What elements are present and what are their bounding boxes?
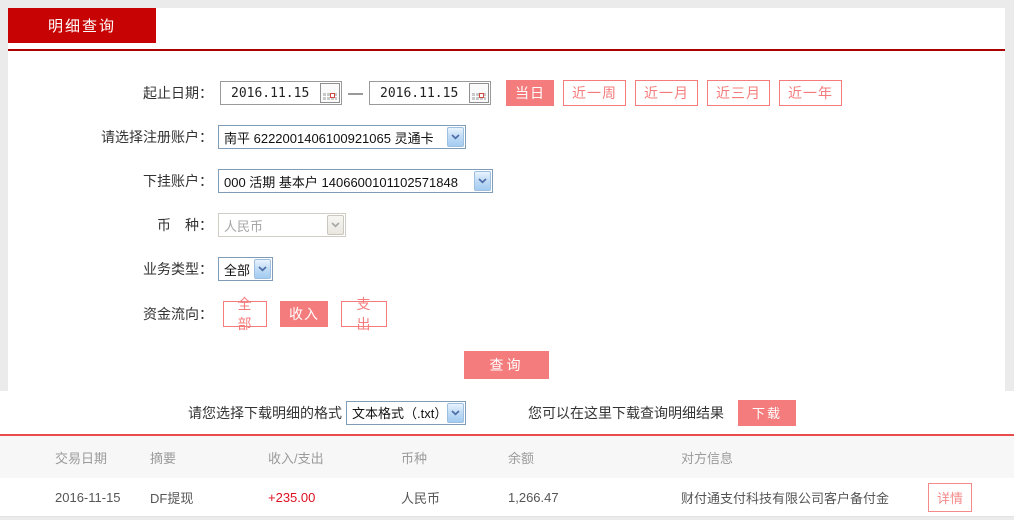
quick-range-3months-button[interactable]: 近三月 [707,80,770,106]
header-amount: 收入/支出 [268,450,324,466]
tab-bar: 明细查询 [8,8,1005,51]
cell-trade-date: 2016-11-15 [55,489,121,505]
currency-row: 币 种： 人民币 [8,213,1005,237]
sub-account-label: 下挂账户： [143,173,213,189]
start-date-field [220,81,342,105]
table-header-row: 交易日期 摘要 收入/支出 币种 余额 对方信息 [0,436,1014,478]
query-button-row: 查询 [8,351,1005,379]
chevron-down-icon [447,402,464,423]
direction-income-button[interactable]: 收入 [280,301,328,327]
end-date-input[interactable] [370,83,462,103]
registered-account-value: 南平 6222001406100921065 灵通卡 [224,130,434,146]
quick-range-today-button[interactable]: 当日 [506,80,554,106]
sub-account-select[interactable]: 000 活期 基本户 1406600101102571848 [218,169,493,193]
end-date-field [369,81,491,105]
registered-account-label: 请选择注册账户： [101,129,213,145]
quick-range-year-button[interactable]: 近一年 [779,80,842,106]
chevron-down-icon [447,127,464,147]
direction-expense-button[interactable]: 支出 [341,296,387,332]
tab-label: 明细查询 [47,18,116,35]
calendar-icon[interactable] [469,83,489,103]
download-button[interactable]: 下载 [738,399,796,426]
sub-account-value: 000 活期 基本户 1406600101102571848 [224,174,458,190]
chevron-down-icon [474,171,491,191]
header-counterparty: 对方信息 [681,450,734,466]
quick-range-month-button[interactable]: 近一月 [635,80,698,106]
business-type-value: 全部 [224,262,251,278]
detail-button[interactable]: 详情 [928,482,972,512]
business-type-label: 业务类型： [143,261,213,277]
header-balance: 余额 [508,450,535,466]
query-form: 起止日期： — 当日 近一周 近一月 近三月 近一年 请选择注册账户： 南平 6… [8,51,1005,391]
business-type-select[interactable]: 全部 [218,257,273,281]
registered-account-row: 请选择注册账户： 南平 6222001406100921065 灵通卡 [8,125,1005,149]
calendar-icon[interactable] [320,83,340,103]
query-button[interactable]: 查询 [464,351,549,379]
fund-direction-label: 资金流向： [143,306,213,322]
currency-select: 人民币 [218,213,346,237]
header-trade-date: 交易日期 [55,450,108,466]
registered-account-select[interactable]: 南平 6222001406100921065 灵通卡 [218,125,466,149]
header-summary: 摘要 [150,450,177,466]
header-currency: 币种 [401,450,428,466]
quick-range-week-button[interactable]: 近一周 [563,80,626,106]
cell-currency: 人民币 [401,490,441,506]
cell-amount: +235.00 [268,489,316,505]
download-hint: 您可以在这里下载查询明细结果 [528,404,724,421]
sub-account-row: 下挂账户： 000 活期 基本户 1406600101102571848 [8,169,1005,193]
date-range-label: 起止日期： [143,85,213,101]
start-date-input[interactable] [221,83,313,103]
currency-label: 币 种： [157,217,213,233]
cell-balance: 1,266.47 [508,489,559,505]
date-separator: — [348,84,363,102]
chevron-down-icon [327,215,344,235]
download-format-label: 请您选择下载明细的格式 [188,404,342,421]
currency-value: 人民币 [224,218,264,234]
download-section: 请您选择下载明细的格式 文本格式（.txt） 您可以在这里下载查询明细结果 下载 [0,391,1014,436]
cell-action: 详情 [928,482,1014,512]
cell-summary: DF提现 [150,490,194,506]
date-range-row: 起止日期： — 当日 近一周 近一月 近三月 近一年 [8,80,1005,106]
chevron-down-icon [254,259,271,279]
tab-detail-query[interactable]: 明细查询 [8,8,156,43]
download-format-select[interactable]: 文本格式（.txt） [346,400,466,425]
download-format-value: 文本格式（.txt） [352,406,446,421]
business-type-row: 业务类型： 全部 [8,257,1005,281]
table-row: 2016-11-15 DF提现 +235.00 人民币 1,266.47 财付通… [0,478,1014,517]
fund-direction-row: 资金流向： 全部 收入 支出 [8,296,1005,332]
direction-all-button[interactable]: 全部 [223,296,267,332]
cell-counterparty: 财付通支付科技有限公司客户备付金 [681,490,890,506]
